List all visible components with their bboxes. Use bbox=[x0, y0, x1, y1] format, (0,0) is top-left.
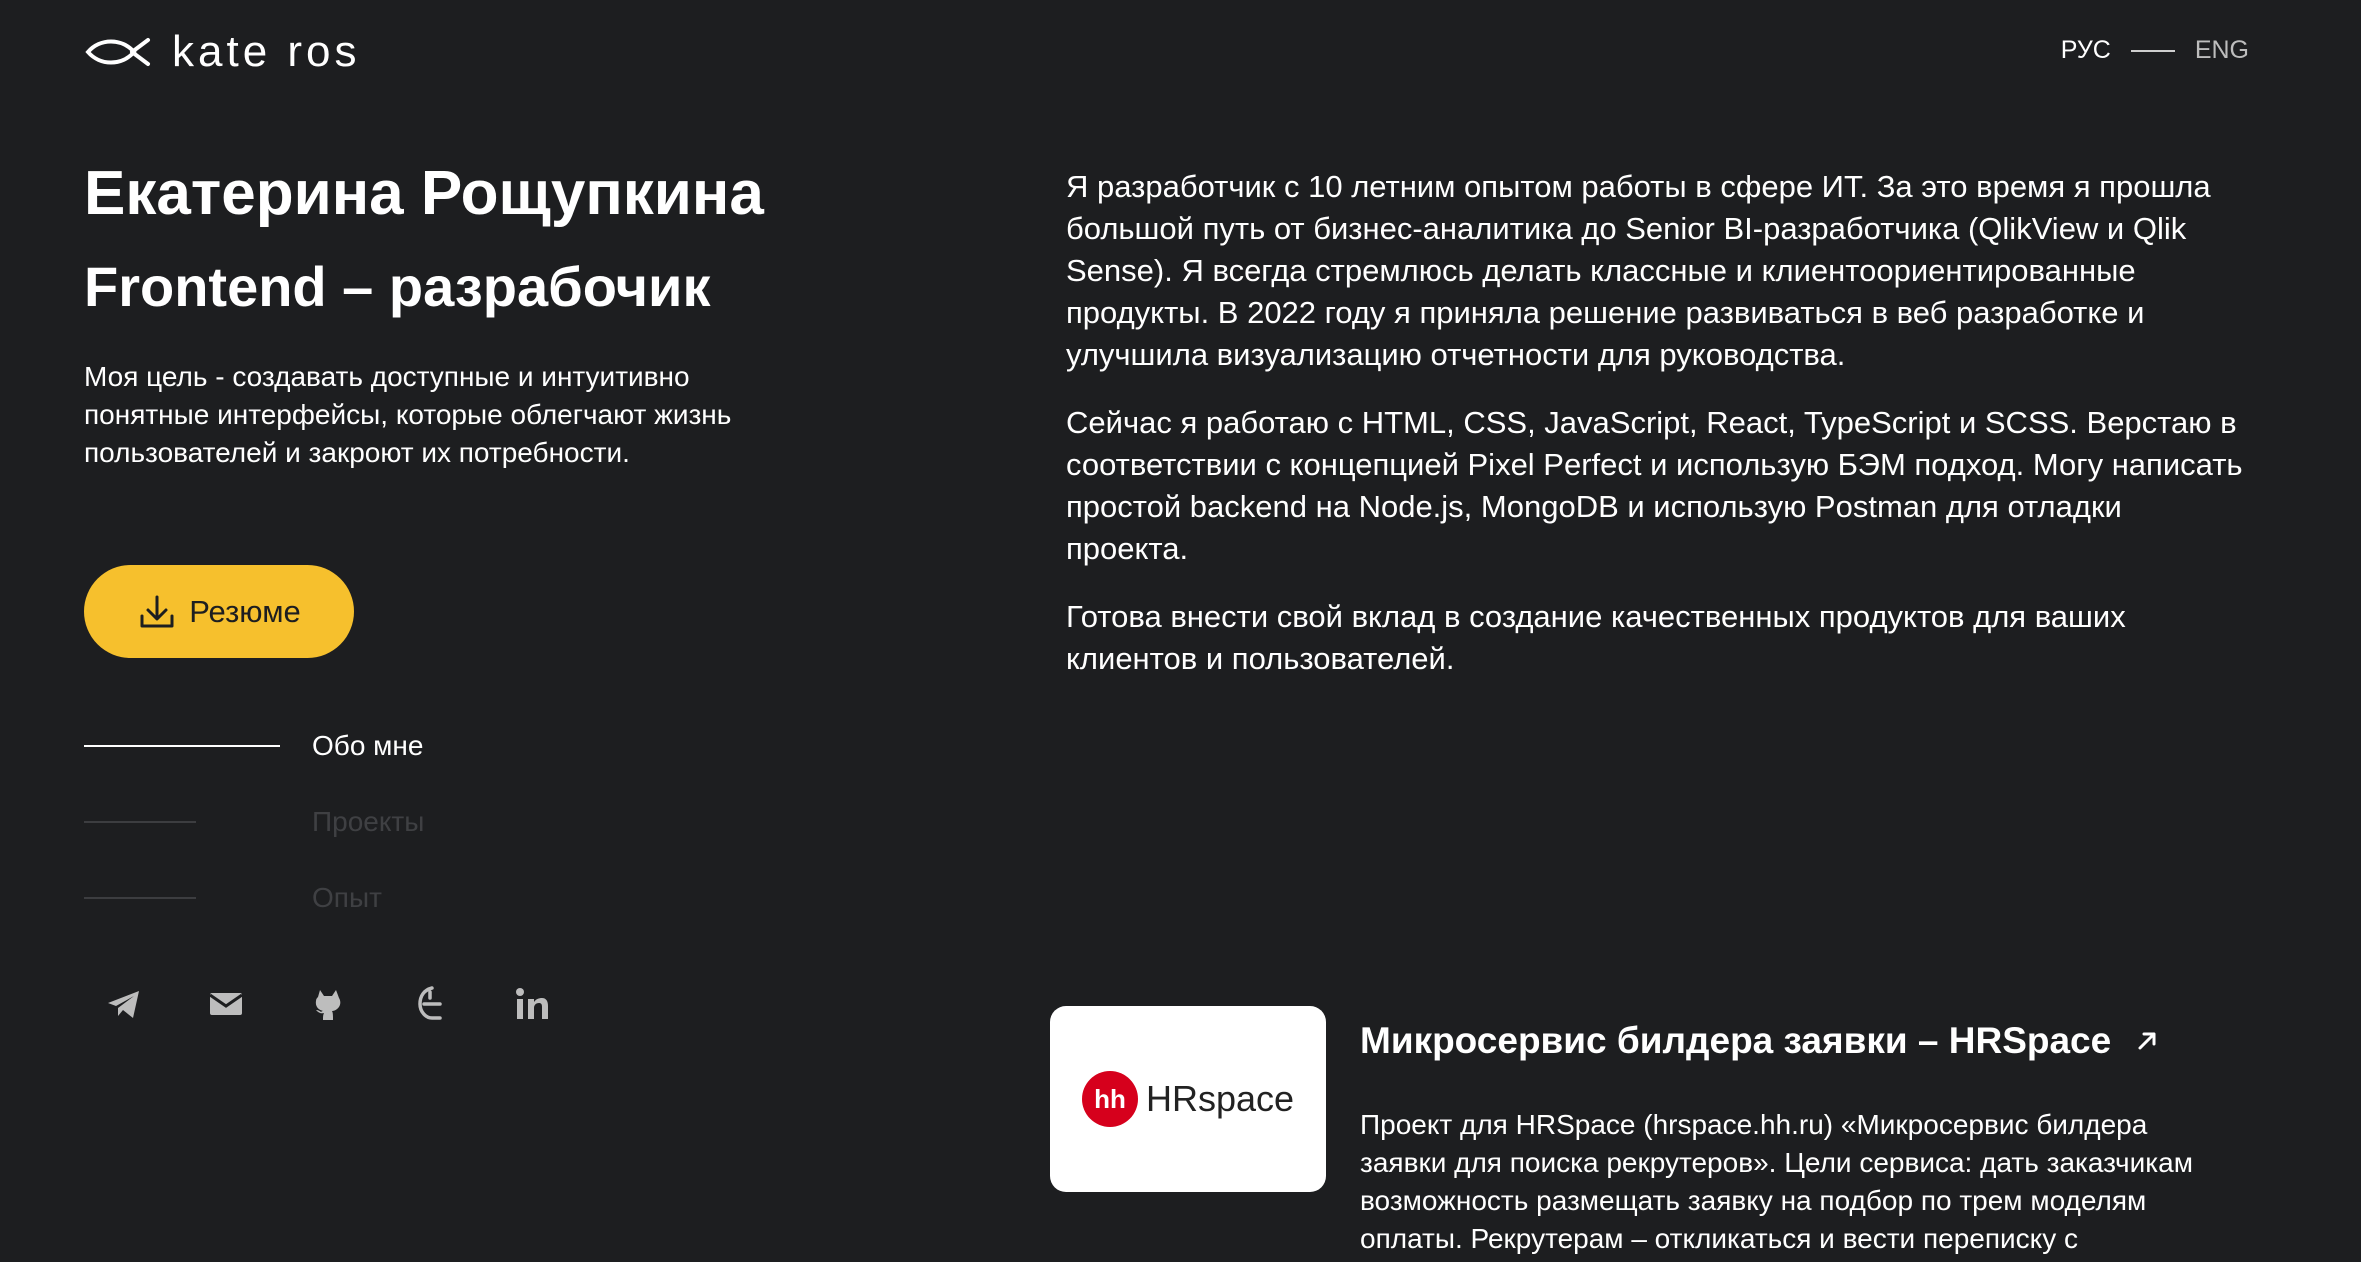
social-links bbox=[98, 978, 558, 1030]
nav-label: Обо мне bbox=[312, 730, 424, 761]
nav-indicator bbox=[84, 897, 196, 899]
resume-label: Резюме bbox=[189, 593, 301, 629]
about-paragraph: Я разработчик с 10 летним опытом работы … bbox=[1066, 169, 2211, 372]
resume-download-button[interactable]: Резюме bbox=[84, 565, 354, 658]
about-paragraph: Готова внести свой вклад в создание каче… bbox=[1066, 599, 2126, 676]
linkedin-icon bbox=[516, 988, 548, 1019]
about-paragraph: Сейчас я работаю с HTML, CSS, JavaScript… bbox=[1066, 405, 2243, 566]
project-title-link[interactable]: Микросервис билдера заявки – HRSpace bbox=[1360, 1020, 2159, 1062]
nav-item-projects[interactable]: Проекты bbox=[84, 784, 424, 860]
about-section: Я разработчик с 10 летним опытом работы … bbox=[1066, 166, 2246, 706]
external-link-arrow-icon bbox=[2138, 1032, 2156, 1050]
mail-icon bbox=[209, 993, 243, 1015]
project-description: Проект для HRSpace (hrspace.hh.ru) «Микр… bbox=[1360, 1109, 2193, 1254]
project-logo-text: HRspace bbox=[1145, 1078, 1295, 1119]
linkedin-link[interactable] bbox=[506, 978, 558, 1030]
lang-en-button[interactable]: ENG bbox=[2195, 36, 2249, 65]
logo-text: kate ros bbox=[172, 27, 361, 76]
logo[interactable]: kate ros bbox=[84, 28, 361, 76]
nav-label: Опыт bbox=[312, 882, 382, 913]
github-icon bbox=[315, 990, 341, 1020]
telegram-link[interactable] bbox=[98, 978, 150, 1030]
language-switcher: РУС ENG bbox=[2061, 36, 2249, 65]
fish-logo-icon bbox=[85, 38, 150, 66]
download-icon bbox=[140, 595, 174, 627]
nav-indicator bbox=[84, 745, 280, 747]
project-logo[interactable]: hh HRspace bbox=[1050, 1006, 1326, 1192]
github-link[interactable] bbox=[302, 978, 354, 1030]
habr-link[interactable] bbox=[404, 978, 456, 1030]
section-nav: Обо мне Проекты Опыт bbox=[84, 708, 424, 936]
nav-item-experience[interactable]: Опыт bbox=[84, 860, 424, 936]
lang-divider bbox=[2130, 49, 2175, 52]
lang-ru-button[interactable]: РУС bbox=[2061, 36, 2111, 65]
hh-logo-icon: hh bbox=[1081, 1071, 1138, 1127]
goal-text: Моя цель - создавать доступные и интуити… bbox=[84, 361, 732, 468]
person-role: Frontend – разрабочик bbox=[84, 255, 711, 318]
nav-label: Проекты bbox=[312, 806, 425, 837]
person-name: Екатерина Рощупкина bbox=[84, 159, 764, 228]
nav-item-about[interactable]: Обо мне bbox=[84, 708, 424, 784]
page: kate ros РУС ENG Екатерина Рощупкина Fro… bbox=[0, 0, 2361, 1262]
telegram-icon bbox=[108, 991, 139, 1018]
habr-icon bbox=[418, 986, 442, 1020]
email-link[interactable] bbox=[200, 978, 252, 1030]
project-title: Микросервис билдера заявки – HRSpace bbox=[1360, 1020, 2112, 1061]
nav-indicator bbox=[84, 821, 196, 823]
